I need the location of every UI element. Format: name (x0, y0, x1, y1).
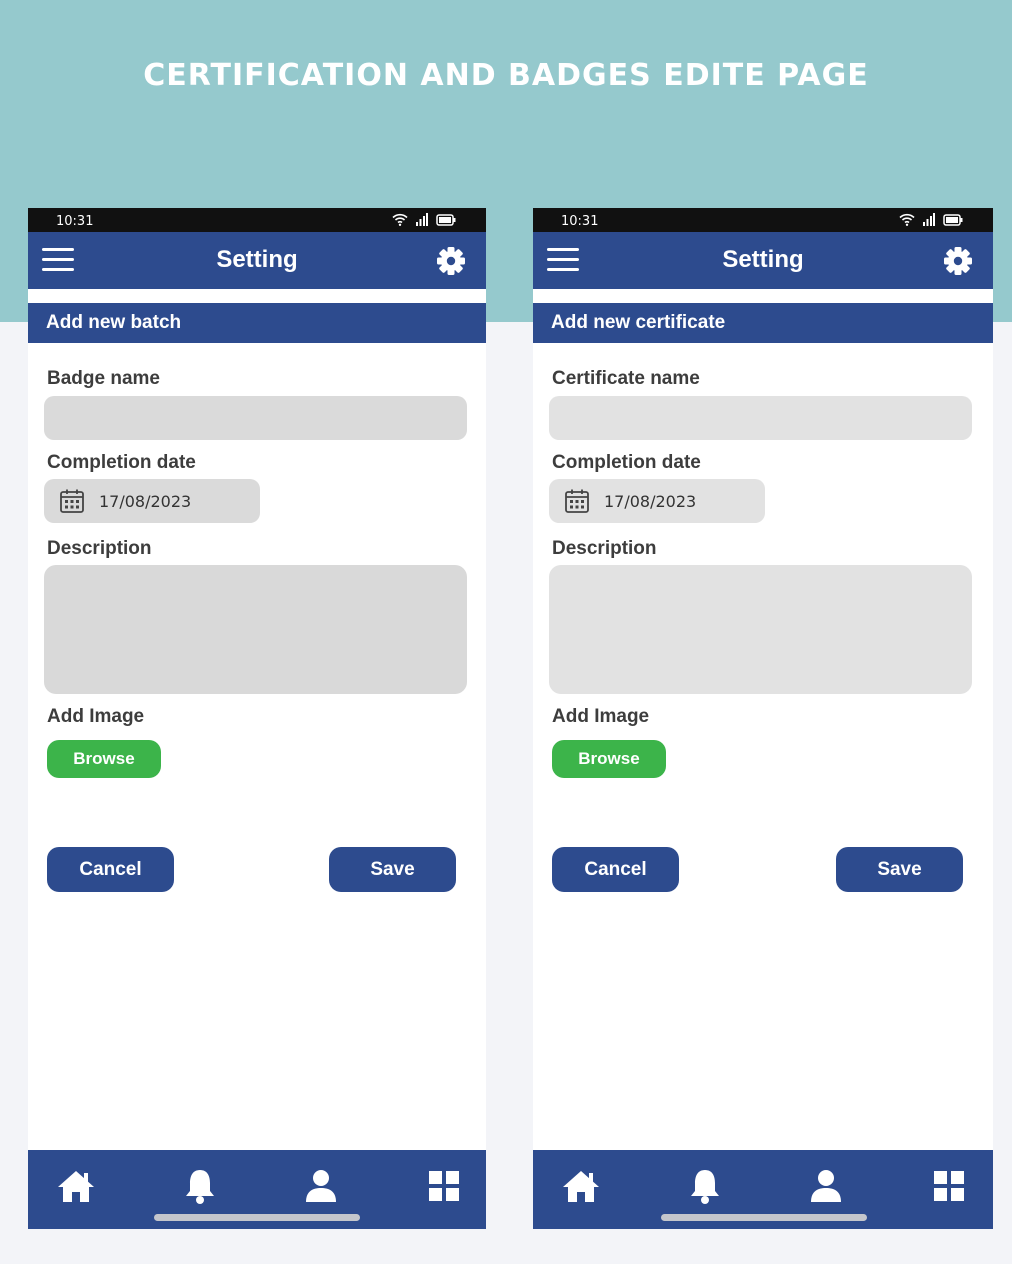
wifi-icon (899, 213, 915, 226)
bell-icon (186, 1170, 214, 1204)
description-textarea[interactable] (44, 565, 467, 694)
gear-icon[interactable] (436, 246, 466, 276)
nav-notifications[interactable] (683, 1164, 727, 1208)
certificate-name-label: Certificate name (552, 368, 700, 389)
signal-icon (923, 213, 935, 226)
app-bar-title: Setting (216, 246, 298, 273)
app-bar-title: Setting (722, 246, 804, 273)
battery-icon (436, 213, 456, 226)
completion-date-value: 17/08/2023 (99, 491, 192, 511)
badge-name-label: Badge name (47, 368, 160, 389)
completion-date-field[interactable]: 17/08/2023 (44, 479, 260, 523)
user-icon (811, 1170, 841, 1202)
certificate-phone-screen: 10:31 Setting Add new certificate Certif… (533, 208, 993, 1229)
nav-home[interactable] (559, 1164, 603, 1208)
bottom-navigation (28, 1150, 486, 1229)
section-title: Add new batch (28, 303, 486, 343)
bell-icon (691, 1170, 719, 1204)
browse-button[interactable]: Browse (47, 740, 161, 778)
description-label: Description (552, 538, 657, 559)
grid-icon (934, 1171, 964, 1201)
user-icon (306, 1170, 336, 1202)
grid-icon (429, 1171, 459, 1201)
gear-icon[interactable] (943, 246, 973, 276)
description-label: Description (47, 538, 152, 559)
cancel-button[interactable]: Cancel (47, 847, 174, 892)
status-icons (392, 213, 456, 226)
status-time: 10:31 (56, 214, 94, 229)
badge-phone-screen: 10:31 Setting Add new batch Badge name C… (28, 208, 486, 1229)
certificate-name-input[interactable] (549, 396, 972, 440)
badge-name-input[interactable] (44, 396, 467, 440)
description-textarea[interactable] (549, 565, 972, 694)
home-icon (563, 1171, 599, 1202)
save-button[interactable]: Save (836, 847, 963, 892)
battery-icon (943, 213, 963, 226)
add-image-label: Add Image (552, 706, 650, 727)
status-bar: 10:31 (28, 208, 486, 232)
home-indicator[interactable] (661, 1214, 867, 1221)
nav-apps[interactable] (422, 1164, 466, 1208)
nav-notifications[interactable] (178, 1164, 222, 1208)
section-title: Add new certificate (533, 303, 993, 343)
calendar-icon (60, 489, 84, 513)
page-title: CERTIFICATION AND BADGES EDITE PAGE (143, 58, 869, 93)
signal-icon (416, 213, 428, 226)
calendar-icon (565, 489, 589, 513)
completion-date-field[interactable]: 17/08/2023 (549, 479, 765, 523)
nav-home[interactable] (54, 1164, 98, 1208)
save-button[interactable]: Save (329, 847, 456, 892)
add-image-label: Add Image (47, 706, 145, 727)
completion-date-value: 17/08/2023 (604, 491, 697, 511)
status-time: 10:31 (561, 214, 599, 229)
status-bar: 10:31 (533, 208, 993, 232)
wifi-icon (392, 213, 408, 226)
app-bar: Setting (533, 232, 993, 289)
home-icon (58, 1171, 94, 1202)
browse-button[interactable]: Browse (552, 740, 666, 778)
nav-profile[interactable] (299, 1164, 343, 1208)
bottom-navigation (533, 1150, 993, 1229)
completion-date-label: Completion date (552, 452, 701, 473)
cancel-button[interactable]: Cancel (552, 847, 679, 892)
app-bar: Setting (28, 232, 486, 289)
nav-apps[interactable] (927, 1164, 971, 1208)
completion-date-label: Completion date (47, 452, 196, 473)
status-icons (899, 213, 963, 226)
nav-profile[interactable] (804, 1164, 848, 1208)
home-indicator[interactable] (154, 1214, 360, 1221)
